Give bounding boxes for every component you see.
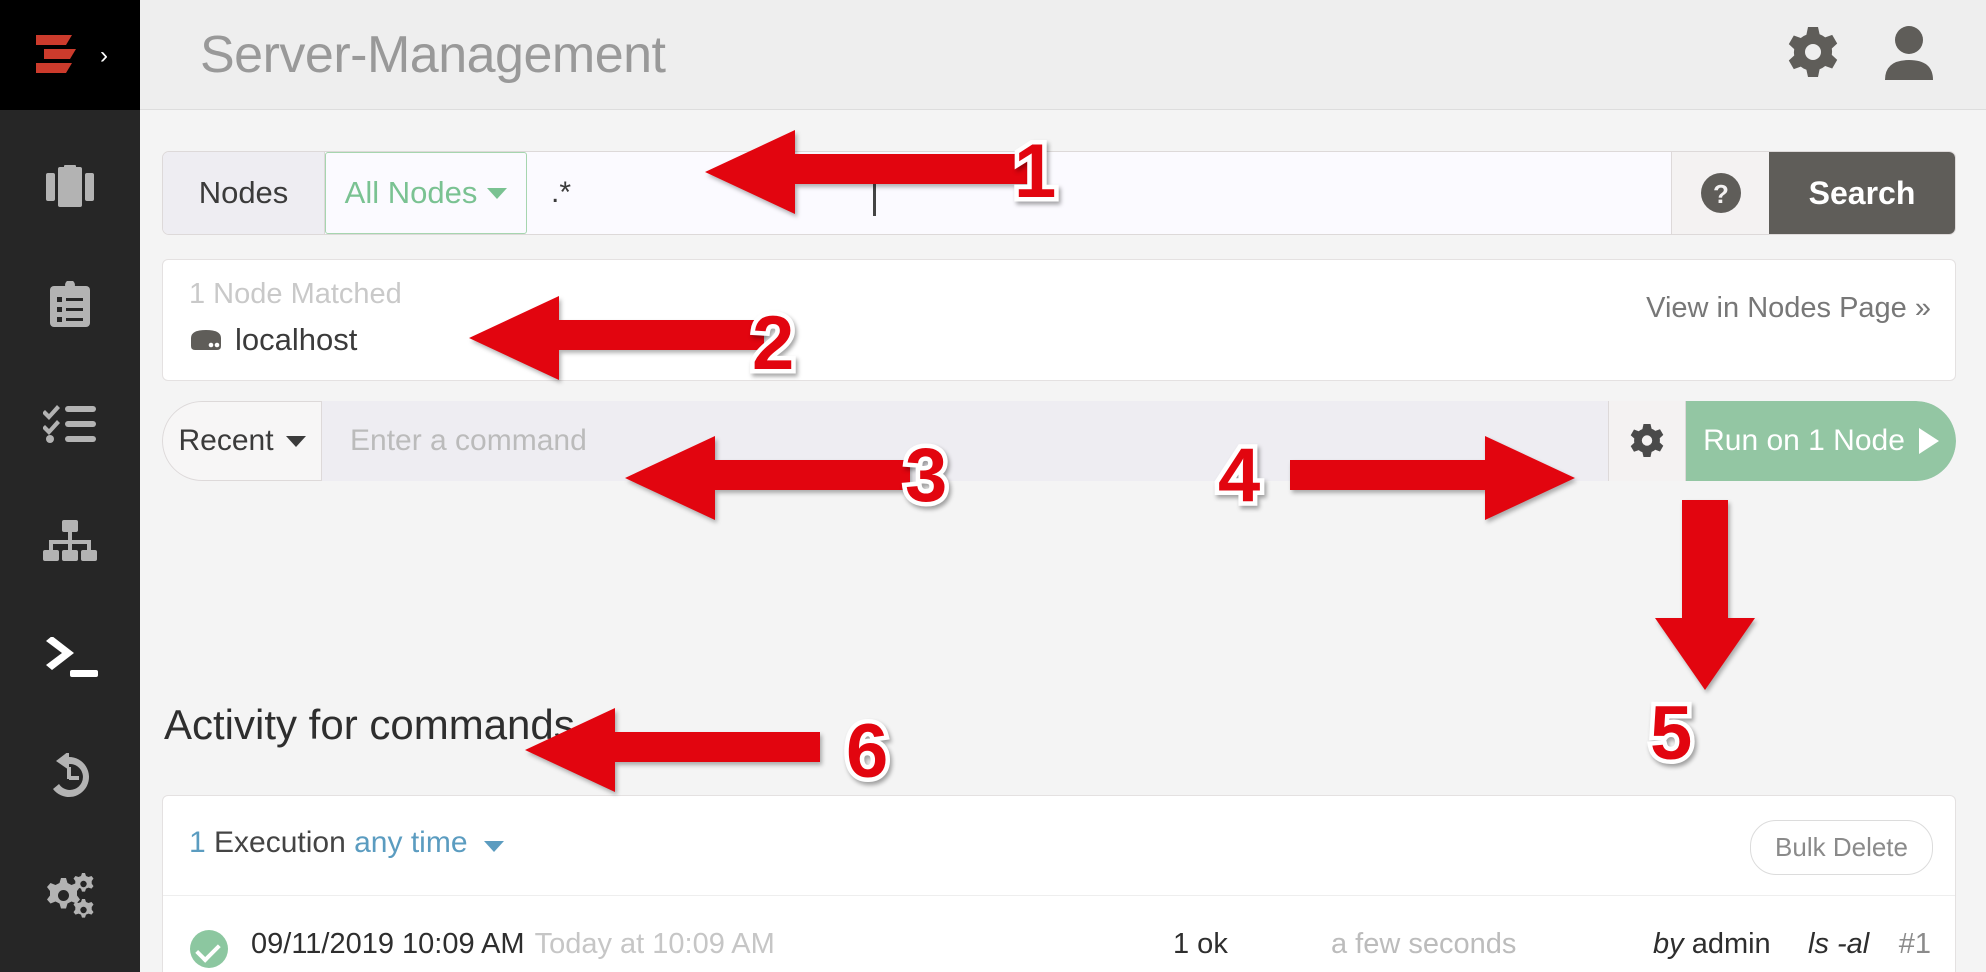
execution-count-filter[interactable]: 1 Execution any time: [189, 826, 504, 860]
command-bar: Recent Run on 1 Node: [162, 401, 1956, 481]
execution-count-label: Execution: [214, 826, 346, 859]
annotation-number-2: 2: [747, 297, 798, 391]
activity-heading: Activity for commands: [164, 701, 575, 748]
sidebar-item-dashboard[interactable]: [0, 128, 140, 246]
chevron-down-icon: [487, 187, 508, 199]
server-icon: [191, 330, 221, 350]
table-row[interactable]: 09/11/2019 10:09 AM Today at 10:09 AM 1 o…: [163, 896, 1955, 972]
execution-command: ls -al: [1808, 928, 1870, 960]
node-filter-label: All Nodes: [344, 175, 478, 210]
brand-logo-area[interactable]: ›: [0, 0, 174, 110]
execution-duration: a few seconds: [1331, 928, 1517, 960]
briefcase-icon: [46, 165, 94, 207]
annotation-arrow-1: [705, 130, 1030, 214]
rundeck-logo-icon: [36, 35, 76, 73]
execution-date-absolute: 09/11/2019 10:09 AM: [251, 928, 525, 960]
sidebar-item-settings[interactable]: [0, 836, 140, 954]
svg-text:?: ?: [1713, 179, 1729, 209]
app-root: › Server-Management Nodes All Nodes .* ?…: [0, 0, 1986, 972]
recent-commands-dropdown[interactable]: Recent: [162, 401, 322, 481]
annotation-number-4: 4: [1213, 429, 1264, 523]
play-triangle-icon: [1918, 428, 1939, 454]
execution-user: by admin: [1653, 928, 1771, 961]
annotation-arrow-2: [469, 296, 764, 380]
sidebar: ›: [0, 0, 174, 972]
view-in-nodes-page-link[interactable]: View in Nodes Page »: [1646, 292, 1931, 325]
top-bar: Server-Management: [140, 0, 1986, 110]
activity-panel: 1 Execution any time Bulk Delete 09/11/2…: [162, 795, 1956, 972]
execution-user-name: admin: [1691, 928, 1771, 960]
run-button-label: Run on 1 Node: [1703, 424, 1905, 457]
node-search-bar: Nodes All Nodes ? Search: [162, 151, 1956, 235]
activity-panel-header: 1 Execution any time Bulk Delete: [163, 796, 1955, 896]
sidebar-item-jobs[interactable]: [0, 246, 140, 364]
execution-date: 09/11/2019 10:09 AM Today at 10:09 AM: [251, 928, 775, 961]
question-circle-icon: ?: [1700, 173, 1741, 213]
matched-nodes-panel: 1 Node Matched localhost View in Nodes P…: [162, 259, 1956, 381]
by-prefix: by: [1653, 928, 1684, 960]
page-title: Server-Management: [200, 25, 666, 84]
sitemap-icon: [43, 520, 97, 561]
gear-icon[interactable]: [1786, 25, 1840, 84]
matched-node[interactable]: localhost: [189, 322, 357, 358]
search-button[interactable]: Search: [1769, 152, 1955, 234]
annotation-arrow-6: [525, 708, 820, 792]
annotation-number-6: 6: [841, 705, 892, 799]
annotation-number-5: 5: [1645, 687, 1696, 781]
execution-count-number: 1: [189, 826, 206, 859]
clipboard-list-icon: [50, 281, 90, 327]
execution-result: 1 ok: [1173, 928, 1228, 960]
command-settings-gear[interactable]: [1608, 401, 1686, 481]
check-circle-icon: [190, 930, 228, 968]
recent-label: Recent: [178, 424, 274, 457]
annotation-arrow-5: [1655, 500, 1755, 690]
chevron-right-icon: ›: [100, 42, 108, 69]
chevron-down-icon: [483, 841, 504, 852]
gear-icon: [1630, 424, 1664, 457]
annotation-number-1: 1: [1009, 125, 1060, 219]
bulk-delete-button[interactable]: Bulk Delete: [1750, 820, 1933, 875]
checklist-icon: [43, 405, 96, 443]
search-scope-label: Nodes: [163, 152, 325, 234]
annotation-arrow-4: [1290, 436, 1575, 520]
gears-icon: [47, 873, 94, 918]
sidebar-nav: [0, 110, 174, 954]
execution-id: #1: [1898, 928, 1931, 960]
terminal-icon: [46, 637, 98, 677]
search-help-button[interactable]: ?: [1671, 152, 1769, 234]
history-icon: [53, 753, 89, 797]
search-input[interactable]: [527, 152, 1671, 234]
annotation-arrow-3: [625, 436, 910, 520]
chevron-down-icon: [285, 435, 306, 447]
execution-date-relative: Today at 10:09 AM: [534, 928, 775, 960]
sidebar-item-nodes[interactable]: [0, 482, 140, 600]
annotation-number-3: 3: [900, 429, 951, 523]
sidebar-item-commands[interactable]: [0, 600, 174, 718]
node-filter-dropdown[interactable]: All Nodes: [325, 152, 527, 234]
user-icon[interactable]: [1882, 24, 1936, 85]
sidebar-item-activity[interactable]: [0, 364, 140, 482]
time-filter-link[interactable]: any time: [354, 826, 467, 859]
matched-node-name: localhost: [235, 322, 358, 357]
top-bar-icons: [1786, 24, 1936, 85]
nodes-matched-count: 1 Node Matched: [189, 278, 402, 310]
sidebar-item-history[interactable]: [0, 718, 140, 836]
run-button[interactable]: Run on 1 Node: [1686, 401, 1956, 481]
